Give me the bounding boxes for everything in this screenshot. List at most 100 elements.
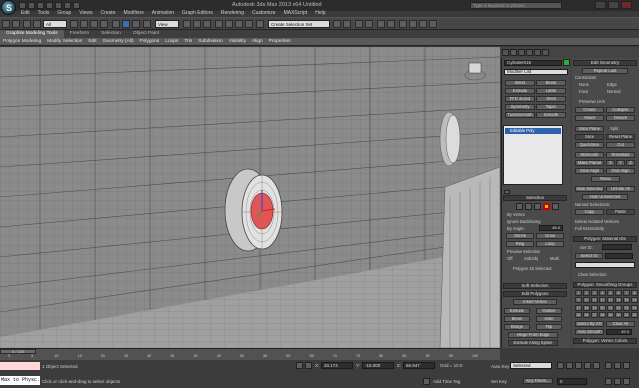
- smoothing-group-button[interactable]: 24: [631, 304, 638, 311]
- edit-geometry-header[interactable]: Edit Geometry: [573, 60, 637, 66]
- smoothing-group-button[interactable]: 28: [599, 311, 606, 318]
- menu-customize[interactable]: Customize: [248, 10, 280, 17]
- bridge-button[interactable]: Bridge: [504, 324, 530, 330]
- open-file-icon[interactable]: [28, 2, 35, 9]
- undo-icon[interactable]: [46, 2, 53, 9]
- bevel-poly-button[interactable]: Bevel: [504, 316, 530, 322]
- current-frame-field[interactable]: 0: [557, 378, 587, 385]
- panel-edit[interactable]: Edit: [85, 38, 99, 45]
- smoothing-group-button[interactable]: 20: [599, 304, 606, 311]
- app-logo-button[interactable]: S: [1, 0, 16, 15]
- smoothing-group-button[interactable]: 32: [631, 311, 638, 318]
- by-angle-checkbox[interactable]: By Angle:: [507, 226, 525, 231]
- select-rotate-icon[interactable]: [122, 20, 130, 28]
- go-to-end-icon[interactable]: [593, 362, 600, 369]
- element-mode-icon[interactable]: [552, 203, 559, 210]
- tab-graphite-modeling-tools[interactable]: Graphite Modeling Tools: [0, 30, 64, 38]
- inset-button[interactable]: Inset: [536, 316, 562, 322]
- flip-button[interactable]: Flip: [536, 324, 562, 330]
- menu-views[interactable]: Views: [75, 10, 96, 17]
- soft-selection-header[interactable]: Soft Selection: [503, 283, 567, 289]
- panel-modify-selection[interactable]: Modify Selection: [44, 38, 85, 45]
- new-file-icon[interactable]: [19, 2, 26, 9]
- smoothing-group-button[interactable]: 17: [575, 304, 582, 311]
- smoothing-group-button[interactable]: 31: [623, 311, 630, 318]
- go-to-start-icon[interactable]: [557, 362, 564, 369]
- select-move-icon[interactable]: [112, 20, 120, 28]
- outline-button[interactable]: Outline: [536, 308, 562, 314]
- schematic-view-icon[interactable]: [387, 20, 395, 28]
- panel-polygons[interactable]: Polygons: [137, 38, 163, 45]
- smoothing-group-button[interactable]: 10: [583, 297, 590, 304]
- menu-tools[interactable]: Tools: [34, 10, 54, 17]
- fetch-icon[interactable]: [73, 2, 80, 9]
- unlink-icon[interactable]: [33, 20, 41, 28]
- grid-align-button[interactable]: Grid Align: [606, 168, 635, 174]
- smoothing-group-button[interactable]: 21: [607, 304, 614, 311]
- menu-graph-editors[interactable]: Graph Editors: [178, 10, 217, 17]
- zoom-all-icon[interactable]: [614, 362, 621, 369]
- make-planar-button[interactable]: Make Planar: [575, 160, 604, 166]
- lathe-button[interactable]: Lathe: [536, 88, 566, 94]
- tab-selection[interactable]: Selection: [95, 30, 127, 38]
- select-scale-icon[interactable]: [132, 20, 140, 28]
- place-icon[interactable]: [143, 20, 151, 28]
- smoothing-group-button[interactable]: 19: [591, 304, 598, 311]
- smoothing-group-button[interactable]: 25: [575, 311, 582, 318]
- key-filters-button[interactable]: Key Filters...: [523, 378, 553, 384]
- collapse-button[interactable]: Collapse: [606, 107, 635, 113]
- smoothing-group-button[interactable]: 9: [575, 297, 582, 304]
- smoothing-group-button[interactable]: 11: [591, 297, 598, 304]
- select-id-field[interactable]: [605, 253, 633, 259]
- manipulate-icon[interactable]: [193, 20, 201, 28]
- menu-animation[interactable]: Animation: [148, 10, 178, 17]
- material-editor-icon[interactable]: [399, 20, 407, 28]
- by-vertex-checkbox[interactable]: By Vertex: [507, 212, 525, 217]
- next-frame-icon[interactable]: [584, 362, 591, 369]
- extrude-modifier-button[interactable]: Extrude: [505, 88, 535, 94]
- edit-named-selection-icon[interactable]: [256, 20, 264, 28]
- edit-polygons-header[interactable]: Edit Polygons: [503, 291, 567, 297]
- spinner-snap-icon[interactable]: [245, 20, 253, 28]
- smoothing-group-button[interactable]: 18: [583, 304, 590, 311]
- smoothing-group-button[interactable]: 13: [607, 297, 614, 304]
- redo-icon[interactable]: [12, 20, 20, 28]
- object-color-swatch[interactable]: [563, 59, 570, 66]
- material-name-dropdown[interactable]: [575, 262, 635, 268]
- hold-icon[interactable]: [64, 2, 71, 9]
- menu-create[interactable]: Create: [96, 10, 119, 17]
- delete-isolated-checkbox[interactable]: Delete Isolated Vertices: [575, 219, 619, 224]
- shell-button[interactable]: Shell: [536, 96, 566, 102]
- smoothing-group-button[interactable]: 3: [591, 290, 598, 296]
- reset-plane-button[interactable]: Reset Plane: [606, 134, 635, 140]
- preview-multi-radio[interactable]: Multi: [550, 256, 559, 261]
- clear-selection-checkbox[interactable]: Clear Selection: [578, 272, 606, 277]
- display-tab-icon[interactable]: [534, 49, 541, 56]
- graphite-toggle-icon[interactable]: [365, 20, 373, 28]
- hinge-from-edge-button[interactable]: Hinge From Edge: [508, 332, 558, 338]
- tessellate-button[interactable]: Tessellate: [606, 152, 635, 158]
- panel-subdivision[interactable]: Subdivision: [195, 38, 226, 45]
- view-align-button[interactable]: View Align: [575, 168, 604, 174]
- preview-off-radio[interactable]: Off: [507, 256, 513, 261]
- unhide-all-button[interactable]: Unhide All: [606, 186, 635, 192]
- stack-item-editable-poly[interactable]: Editable Poly: [505, 128, 561, 134]
- selection-filter-dropdown[interactable]: All: [43, 20, 67, 28]
- percent-snap-icon[interactable]: [235, 20, 243, 28]
- y-coordinate-field[interactable]: -15.000: [362, 362, 394, 369]
- extrude-button[interactable]: Extrude: [504, 308, 530, 314]
- auto-smooth-value[interactable]: 45.0: [606, 329, 632, 335]
- create-tab-icon[interactable]: [502, 49, 509, 56]
- cut-button[interactable]: Cut: [606, 142, 635, 148]
- play-icon[interactable]: [575, 362, 582, 369]
- vertex-mode-icon[interactable]: [516, 203, 523, 210]
- border-mode-icon[interactable]: [534, 203, 541, 210]
- menu-maxscript[interactable]: MAXScript: [280, 10, 312, 17]
- smoothing-groups-header[interactable]: Polygon: Smoothing Groups: [573, 282, 637, 288]
- turbosmooth-button[interactable]: TurboSmooth: [505, 112, 535, 118]
- set-key-button[interactable]: Set Key: [491, 379, 507, 384]
- panel-align[interactable]: Align: [249, 38, 266, 45]
- named-selection-dropdown[interactable]: Create Selection Set: [268, 20, 330, 28]
- motion-tab-icon[interactable]: [526, 49, 533, 56]
- field-of-view-icon[interactable]: [605, 378, 612, 385]
